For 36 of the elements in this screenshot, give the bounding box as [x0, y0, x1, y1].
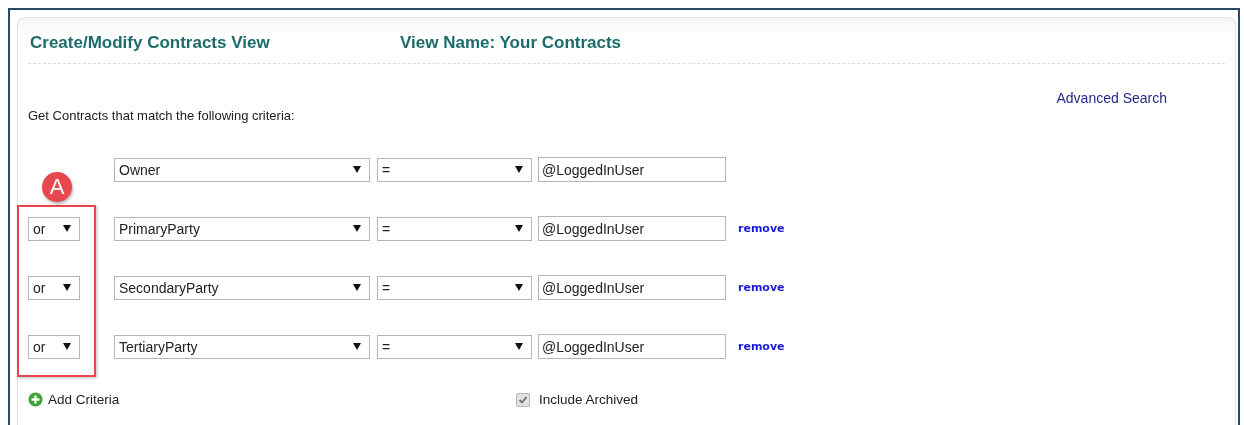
caret-icon [353, 284, 361, 291]
operator-dropdown[interactable]: = [377, 157, 532, 182]
caret-icon [63, 284, 71, 291]
remove-link[interactable]: remove [738, 222, 785, 235]
remove-link[interactable]: remove [738, 281, 785, 294]
page-title: Create/Modify Contracts View [30, 33, 271, 53]
include-archived-label: Include Archived [539, 392, 639, 407]
add-icon[interactable] [28, 392, 43, 407]
field-dropdown[interactable]: PrimaryParty [114, 216, 370, 241]
connector-dropdown[interactable]: or [28, 334, 80, 359]
operator-dropdown[interactable]: = [377, 275, 532, 300]
connector-dropdown[interactable]: or [28, 275, 80, 300]
view-name-title: View Name: Your Contracts [400, 33, 622, 53]
caret-icon [515, 284, 523, 291]
caret-icon [515, 225, 523, 232]
field-dropdown[interactable]: Owner [114, 157, 370, 182]
value-field[interactable]: @LoggedInUser [538, 275, 726, 300]
remove-link[interactable]: remove [738, 340, 785, 353]
operator-dropdown[interactable]: = [377, 216, 532, 241]
value-field[interactable]: @LoggedInUser [538, 157, 726, 182]
caret-icon [63, 343, 71, 350]
caret-icon [353, 166, 361, 173]
add-criteria-link[interactable]: Add Criteria [48, 392, 120, 407]
connector-dropdown[interactable]: or [28, 216, 80, 241]
caret-icon [63, 225, 71, 232]
advanced-search-link[interactable]: Advanced Search [1056, 90, 1167, 106]
field-dropdown[interactable]: TertiaryParty [114, 334, 370, 359]
operator-dropdown[interactable]: = [377, 334, 532, 359]
caret-icon [353, 343, 361, 350]
caret-icon [515, 343, 523, 350]
field-dropdown[interactable]: SecondaryParty [114, 275, 370, 300]
caret-icon [515, 166, 523, 173]
value-field[interactable]: @LoggedInUser [538, 334, 726, 359]
criteria-instructions: Get Contracts that match the following criteria: [28, 108, 295, 123]
value-field[interactable]: @LoggedInUser [538, 216, 726, 241]
caret-icon [353, 225, 361, 232]
